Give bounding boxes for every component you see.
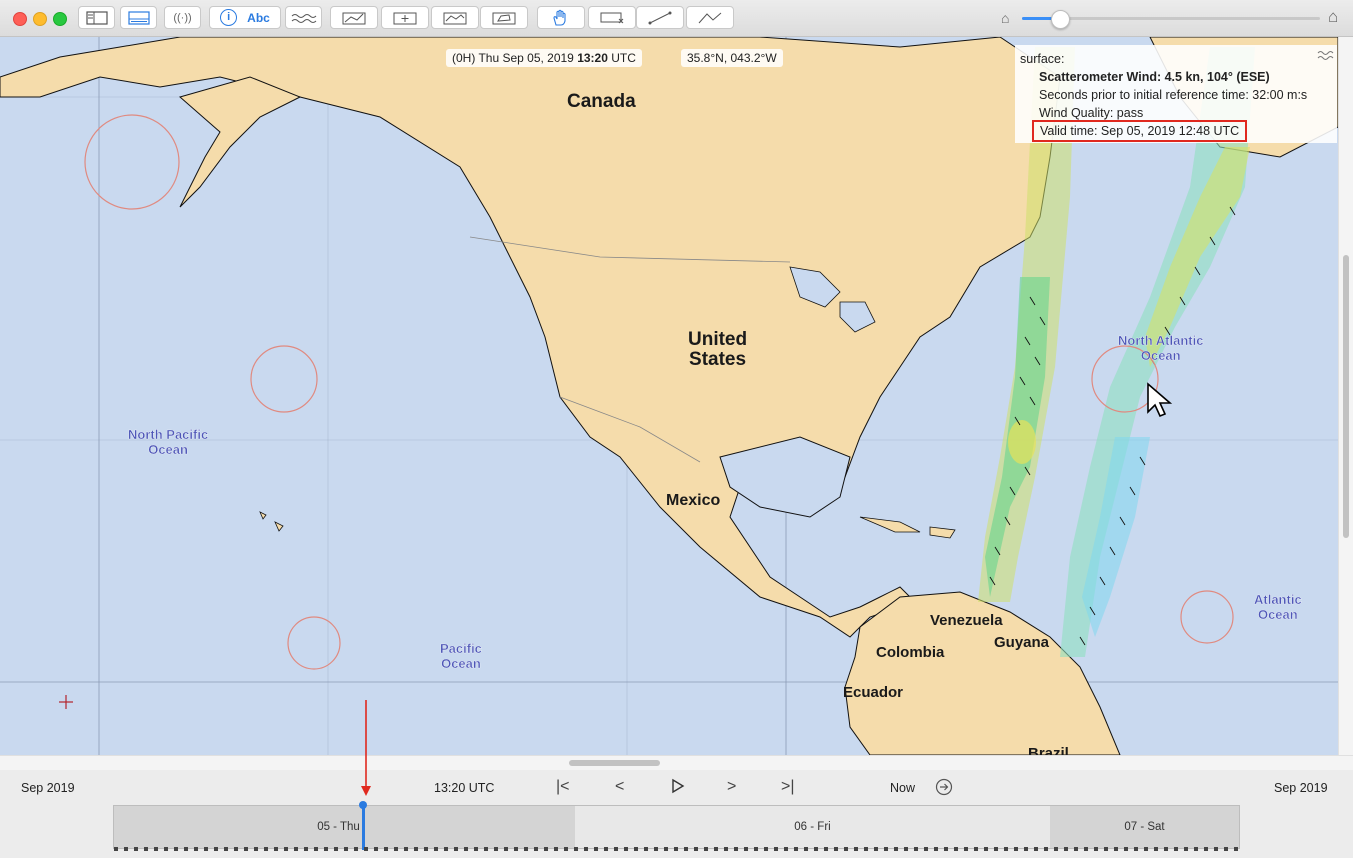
sidebar-toggle-button[interactable] bbox=[78, 6, 115, 29]
chart-tool-3-button[interactable] bbox=[480, 6, 528, 29]
day-label: 05 - Thu bbox=[317, 821, 360, 833]
sidebar-icon bbox=[85, 10, 108, 25]
label-united-states: United States bbox=[688, 329, 748, 370]
minimize-window-button[interactable] bbox=[33, 12, 47, 26]
hand-icon bbox=[553, 9, 566, 26]
label-atlantic-ocean: Atlantic Ocean bbox=[1254, 592, 1302, 622]
measure-line-button[interactable] bbox=[636, 6, 684, 29]
label-pacific-ocean: Pacific Ocean bbox=[440, 641, 482, 671]
skip-end-button[interactable]: >| bbox=[781, 778, 795, 796]
layer-waves-icon[interactable] bbox=[1317, 49, 1337, 63]
line-tool-icon bbox=[648, 11, 672, 24]
map-canvas bbox=[0, 37, 1338, 755]
info-valid-time: Valid time: Sep 05, 2019 12:48 UTC bbox=[1032, 120, 1248, 142]
skip-end-icon: >| bbox=[781, 778, 795, 795]
annotation-arrow bbox=[361, 700, 371, 796]
home-large-icon[interactable]: ⌂ bbox=[1328, 7, 1338, 27]
info-icon[interactable]: i bbox=[220, 9, 238, 26]
go-now-icon[interactable] bbox=[935, 778, 953, 796]
area-chart-icon bbox=[443, 12, 467, 24]
route-tool-button[interactable] bbox=[686, 6, 734, 29]
info-panel: surface: Scatterometer Wind: 4.5 kn, 104… bbox=[1015, 45, 1337, 143]
play-button[interactable] bbox=[671, 778, 685, 799]
day-segment-sat[interactable]: 07 - Sat bbox=[1050, 806, 1239, 848]
skip-start-button[interactable]: |< bbox=[556, 778, 570, 796]
label-mexico: Mexico bbox=[666, 492, 721, 509]
map-view[interactable]: (0H) Thu Sep 05, 2019 13:20 UTC 35.8°N, … bbox=[0, 37, 1338, 755]
day-label: 06 - Fri bbox=[794, 821, 831, 833]
polygon-chart-icon bbox=[492, 12, 516, 24]
bottom-panel-icon bbox=[127, 10, 150, 25]
horizontal-scrollbar[interactable] bbox=[0, 755, 1353, 770]
broadcast-icon: ((·)) bbox=[173, 11, 192, 24]
right-month-label: Sep 2019 bbox=[1274, 781, 1328, 795]
info-text-group: i Abc bbox=[209, 6, 281, 29]
info-seconds: Seconds prior to initial reference time:… bbox=[1039, 88, 1308, 102]
chart-tool-1-button[interactable] bbox=[330, 6, 378, 29]
text-label-button[interactable]: Abc bbox=[247, 11, 270, 25]
close-window-button[interactable] bbox=[13, 12, 27, 26]
home-small-icon[interactable]: ⌂ bbox=[1001, 10, 1009, 26]
chevron-right-icon: > bbox=[727, 778, 737, 795]
label-north-atlantic-ocean: North Atlantic Ocean bbox=[1118, 333, 1204, 363]
skip-start-icon: |< bbox=[556, 778, 570, 795]
info-quality: Wind Quality: pass bbox=[1039, 106, 1144, 120]
day-label: 07 - Sat bbox=[1124, 821, 1165, 833]
current-time-label: 13:20 UTC bbox=[434, 781, 495, 795]
day-segment-fri[interactable]: 06 - Fri bbox=[575, 806, 1050, 848]
playhead[interactable] bbox=[362, 803, 365, 850]
chart-tool-2-button[interactable] bbox=[431, 6, 479, 29]
line-chart-icon bbox=[342, 12, 366, 24]
add-chart-button[interactable] bbox=[381, 6, 429, 29]
label-canada: Canada bbox=[567, 91, 636, 112]
pan-tool-button[interactable] bbox=[537, 6, 585, 29]
chevron-left-icon: < bbox=[615, 778, 625, 795]
info-heading: surface: bbox=[1020, 52, 1065, 66]
playhead-knob[interactable] bbox=[359, 801, 367, 809]
vertical-scrollbar[interactable] bbox=[1338, 37, 1353, 755]
toolbar: ((·)) i Abc ⌂ ⌂ bbox=[0, 0, 1353, 37]
mouse-pointer-icon bbox=[1147, 382, 1173, 418]
timeline-strip[interactable]: 05 - Thu 06 - Fri 07 - Sat bbox=[113, 801, 1240, 851]
play-icon bbox=[672, 778, 685, 794]
label-ecuador: Ecuador bbox=[843, 684, 904, 701]
broadcast-button[interactable]: ((·)) bbox=[164, 6, 201, 29]
label-north-pacific-ocean: North Pacific Ocean bbox=[128, 427, 209, 457]
select-rect-button[interactable] bbox=[588, 6, 636, 29]
waves-button[interactable] bbox=[285, 6, 322, 29]
add-box-icon bbox=[393, 12, 417, 24]
now-button[interactable]: Now bbox=[890, 781, 915, 795]
timeline-toggle-button[interactable] bbox=[120, 6, 157, 29]
day-segment-thu[interactable]: 05 - Thu bbox=[114, 806, 575, 848]
coordinate-readout: 35.8°N, 043.2°W bbox=[681, 49, 783, 67]
label-colombia: Colombia bbox=[876, 644, 945, 661]
step-back-button[interactable]: < bbox=[615, 778, 624, 796]
polyline-tool-icon bbox=[698, 12, 722, 23]
left-month-label: Sep 2019 bbox=[21, 781, 75, 795]
label-brazil: Brazil bbox=[1028, 745, 1069, 755]
info-wind: Scatterometer Wind: 4.5 kn, 104° (ESE) bbox=[1039, 70, 1270, 84]
label-venezuela: Venezuela bbox=[930, 612, 1003, 629]
rectangle-select-icon bbox=[600, 12, 624, 23]
step-forward-button[interactable]: > bbox=[727, 778, 736, 796]
time-readout: (0H) Thu Sep 05, 2019 13:20 UTC bbox=[446, 49, 642, 67]
data-ticks bbox=[114, 847, 1239, 851]
zoom-window-button[interactable] bbox=[53, 12, 67, 26]
label-guyana: Guyana bbox=[994, 634, 1050, 651]
zoom-slider-knob[interactable] bbox=[1051, 10, 1070, 29]
waves-icon bbox=[291, 13, 316, 23]
